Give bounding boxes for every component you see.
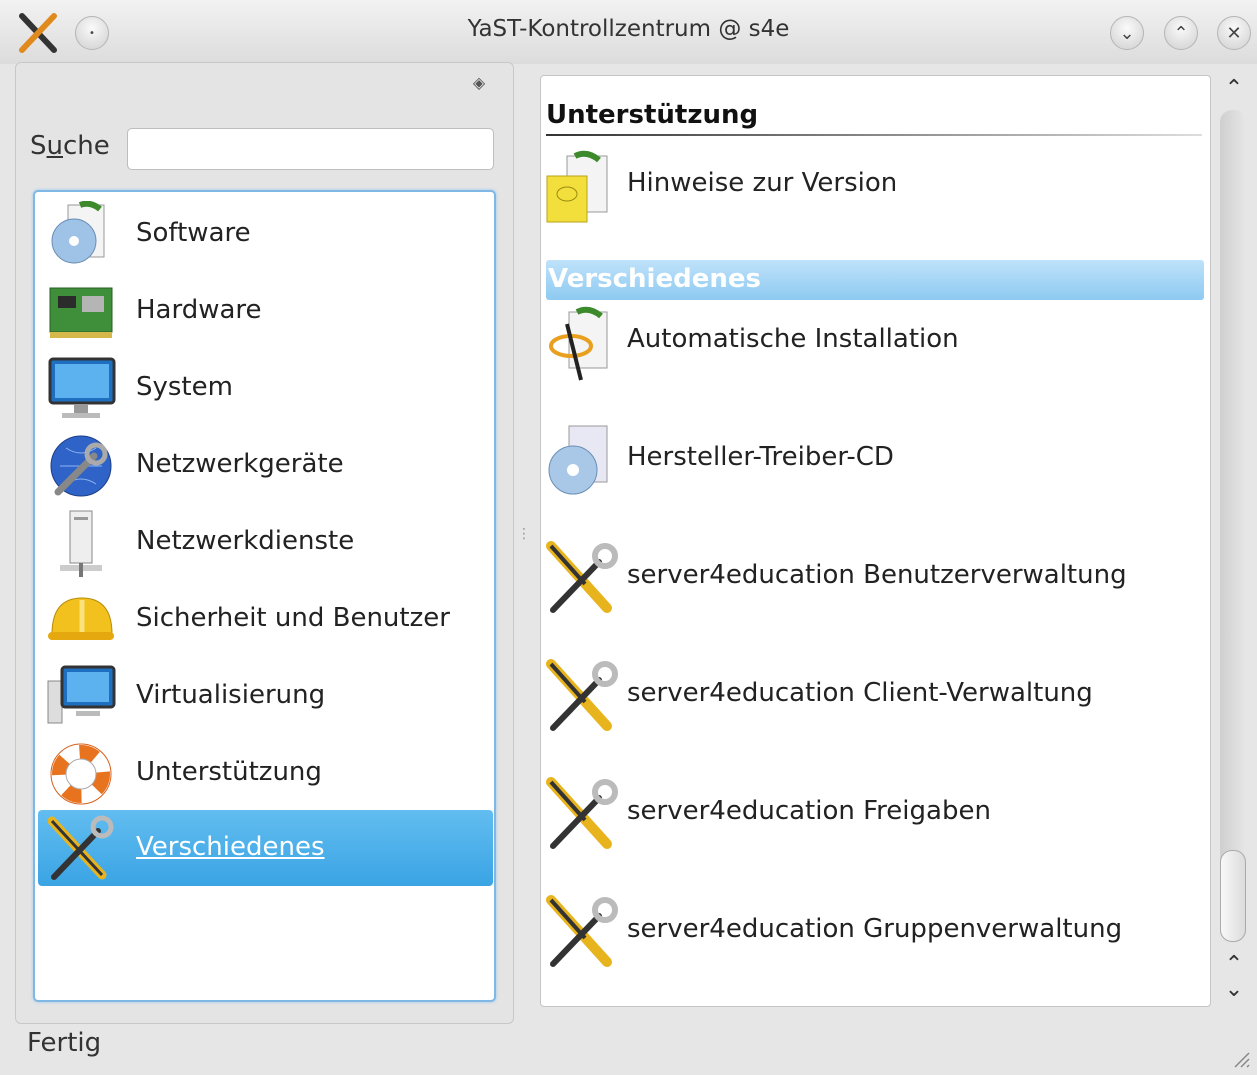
section-header: Verschiedenes <box>546 260 1204 300</box>
scroll-up-icon[interactable]: ⌃ <box>1224 78 1244 100</box>
category-item[interactable]: System <box>38 350 493 426</box>
dock-float-icon[interactable]: ◈ <box>468 72 490 94</box>
module-label: server4education Gruppenverwaltung <box>627 914 1123 944</box>
hardware-icon <box>46 278 116 346</box>
category-label: Netzwerkgeräte <box>136 449 344 479</box>
module-item[interactable]: Hersteller-Treiber-CD <box>545 422 1205 512</box>
category-list[interactable]: Software Hardware System Netzwerkgeräte Netz… <box>33 190 496 1002</box>
resize-grip-icon[interactable] <box>1227 1045 1251 1069</box>
category-label: Verschiedenes <box>136 832 325 862</box>
maximize-button[interactable]: ⌃ <box>1164 16 1198 50</box>
module-item[interactable]: server4education Client-Verwaltung <box>545 658 1205 748</box>
tools-icon <box>545 776 619 854</box>
scroll-down-icon[interactable]: ⌄ <box>1224 979 1244 1001</box>
section-header: Unterstützung <box>546 100 1202 136</box>
category-label: System <box>136 372 233 402</box>
search-label: Suche <box>30 131 110 161</box>
category-label: Hardware <box>136 295 262 325</box>
scroll-thumb[interactable] <box>1220 850 1246 942</box>
close-button[interactable]: ✕ <box>1217 16 1251 50</box>
chevron-up-icon: ⌃ <box>1173 22 1189 44</box>
pane-splitter[interactable]: ⋮ <box>517 527 531 554</box>
module-item[interactable]: server4education Gruppenverwaltung <box>545 894 1205 984</box>
search-input[interactable] <box>127 128 494 170</box>
network-services-icon <box>46 509 116 577</box>
tools-icon <box>545 540 619 618</box>
autoinstall-icon <box>545 304 619 382</box>
support-icon <box>46 740 116 808</box>
title-bar[interactable]: • YaST-Kontrollzentrum @ s4e ⌄ ⌃ ✕ <box>0 0 1257 64</box>
module-label: Hersteller-Treiber-CD <box>627 442 894 472</box>
window-title: YaST-Kontrollzentrum @ s4e <box>467 16 790 42</box>
release-notes-icon <box>545 148 619 226</box>
category-label: Virtualisierung <box>136 680 326 710</box>
category-item[interactable]: Sicherheit und Benutzer <box>38 581 493 657</box>
category-item[interactable]: Netzwerkgeräte <box>38 427 493 503</box>
search-label-part: che <box>63 131 110 161</box>
scroll-up-icon[interactable]: ⌃ <box>1224 954 1244 976</box>
security-users-icon <box>46 586 116 654</box>
category-item[interactable]: Unterstützung <box>38 735 493 811</box>
category-item[interactable]: Hardware <box>38 273 493 349</box>
yast-window: • YaST-Kontrollzentrum @ s4e ⌄ ⌃ ✕ ◈ Suc… <box>0 0 1257 1075</box>
system-icon <box>46 355 116 423</box>
module-item[interactable]: Hinweise zur Version <box>545 148 1205 238</box>
module-label: server4education Benutzerverwaltung <box>627 560 1127 590</box>
category-label: Unterstützung <box>136 757 322 787</box>
status-text: Fertig <box>27 1028 102 1058</box>
tools-icon <box>545 894 619 972</box>
module-label: server4education Freigaben <box>627 796 991 826</box>
module-label: server4education Client-Verwaltung <box>627 678 1093 708</box>
module-label: Hinweise zur Version <box>627 168 898 198</box>
scrollbar[interactable]: ⌃ ⌃ ⌄ <box>1216 75 1252 1007</box>
scroll-track[interactable] <box>1220 110 1246 942</box>
category-item[interactable]: Verschiedenes <box>38 810 493 886</box>
module-item[interactable]: server4education Freigaben <box>545 776 1205 866</box>
module-list[interactable]: Unterstützung Hinweise zur Version Verschi… <box>540 75 1211 1007</box>
category-item[interactable]: Virtualisierung <box>38 658 493 734</box>
category-item[interactable]: Netzwerkdienste <box>38 504 493 580</box>
module-label: Automatische Installation <box>627 324 959 354</box>
driver-cd-icon <box>545 422 619 500</box>
virtualization-icon <box>46 663 116 731</box>
module-item[interactable]: Automatische Installation <box>545 304 1205 394</box>
tools-icon <box>545 658 619 736</box>
close-icon: ✕ <box>1226 22 1242 44</box>
category-label: Netzwerkdienste <box>136 526 355 556</box>
module-item[interactable]: server4education Benutzerverwaltung <box>545 540 1205 630</box>
software-icon <box>46 200 116 269</box>
minimize-button[interactable]: ⌄ <box>1110 16 1144 50</box>
category-label: Sicherheit und Benutzer <box>136 603 450 633</box>
misc-icon <box>46 815 116 883</box>
search-label-part: S <box>30 131 47 161</box>
chevron-down-icon: ⌄ <box>1119 22 1135 44</box>
category-label: Software <box>136 218 251 248</box>
category-item[interactable]: Software <box>38 196 493 272</box>
network-devices-icon <box>46 432 116 500</box>
search-label-mnemonic: u <box>46 131 63 161</box>
